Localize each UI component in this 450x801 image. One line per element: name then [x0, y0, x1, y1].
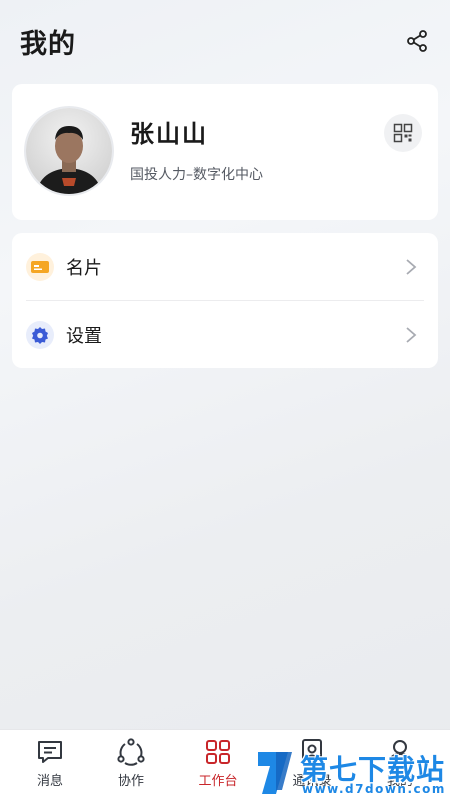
share-button[interactable]: [402, 26, 432, 56]
site-watermark: 第七下载站 www.d7down.com: [256, 744, 450, 800]
user-photo-avatar: [26, 108, 112, 194]
gear-icon-wrap: [26, 321, 54, 349]
watermark-logo-icon: [258, 752, 292, 794]
user-organization: 国投人力–数字化中心: [130, 167, 263, 183]
collaboration-icon: [117, 738, 145, 766]
profile-card[interactable]: 张山山 国投人力–数字化中心: [12, 84, 438, 220]
tab-label: 消息: [36, 774, 63, 789]
menu-item-label: 设置: [66, 326, 102, 347]
chevron-right-icon: [406, 327, 417, 343]
menu-card: 名片 设置: [12, 233, 438, 368]
page-title: 我的: [20, 29, 76, 60]
tab-collaboration[interactable]: 协作: [86, 730, 176, 801]
tab-label: 工作台: [198, 774, 238, 789]
workbench-icon: [206, 740, 230, 764]
menu-item-label: 名片: [66, 258, 102, 279]
qr-code-icon: [393, 123, 413, 143]
qr-code-button[interactable]: [384, 114, 422, 152]
avatar[interactable]: [26, 108, 112, 194]
tab-workbench[interactable]: 工作台: [173, 730, 263, 801]
watermark-url: www.d7down.com: [302, 782, 446, 796]
user-name: 张山山: [130, 120, 208, 148]
share-icon: [407, 30, 427, 52]
menu-item-settings[interactable]: 设置: [12, 301, 438, 368]
business-card-icon-wrap: [26, 253, 54, 281]
chevron-right-icon: [406, 259, 417, 275]
message-icon: [38, 741, 62, 763]
gear-icon: [32, 327, 48, 344]
tab-label: 协作: [117, 774, 144, 789]
page-header: 我的: [0, 0, 450, 84]
tab-messages[interactable]: 消息: [5, 730, 95, 801]
menu-item-business-card[interactable]: 名片: [12, 233, 438, 300]
business-card-icon: [31, 261, 49, 273]
